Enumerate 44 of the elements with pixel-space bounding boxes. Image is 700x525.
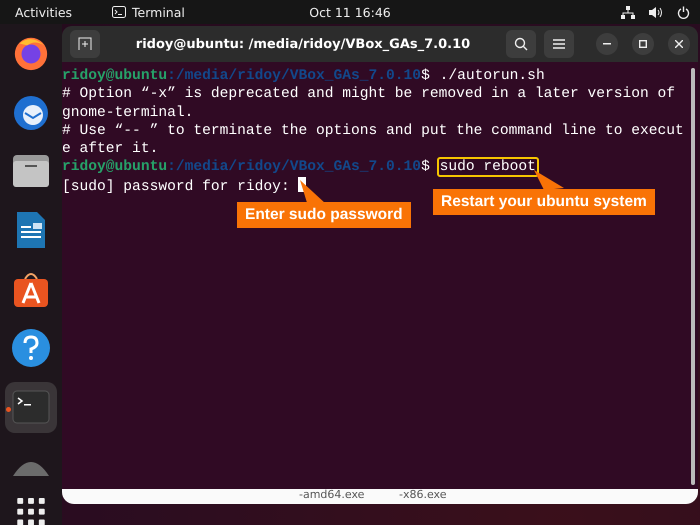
search-icon bbox=[514, 37, 528, 51]
callout-pointer bbox=[534, 170, 564, 190]
close-icon bbox=[675, 40, 683, 48]
minimize-icon bbox=[603, 43, 611, 45]
search-button[interactable] bbox=[506, 30, 536, 58]
running-indicator bbox=[6, 407, 11, 412]
prompt-sign: $ bbox=[421, 68, 430, 84]
new-tab-button[interactable] bbox=[70, 30, 100, 58]
prompt-sign: $ bbox=[421, 159, 430, 176]
prompt-path: :/media/ridoy/VBox_GAs_7.0.10 bbox=[167, 159, 422, 176]
file-name[interactable]: -x86.exe bbox=[399, 488, 446, 501]
command-text: ./autorun.sh bbox=[438, 67, 546, 86]
maximize-icon bbox=[639, 40, 647, 48]
menu-button[interactable] bbox=[544, 30, 574, 58]
output-text: gnome-terminal. bbox=[62, 104, 194, 121]
folder-icon bbox=[11, 153, 51, 190]
highlighted-command: sudo reboot bbox=[436, 157, 539, 178]
speaker-icon[interactable] bbox=[649, 6, 663, 18]
prompt-user: ridoy@ubuntu bbox=[62, 68, 168, 84]
document-icon bbox=[15, 210, 47, 250]
activities-button[interactable]: Activities bbox=[15, 4, 72, 20]
menu-icon bbox=[553, 39, 565, 49]
output-text: # Option “-x” is deprecated and might be removed in a later version of bbox=[62, 86, 676, 102]
window-title: ridoy@ubuntu: /media/ridoy/VBox_GAs_7.0.10 bbox=[134, 36, 472, 52]
network-icon[interactable] bbox=[621, 6, 635, 18]
password-prompt: [sudo] password for ridoy: bbox=[62, 178, 290, 195]
terminal-icon bbox=[12, 390, 50, 424]
prompt-user: ridoy@ubuntu bbox=[62, 159, 168, 176]
output-text: # Use “-- ” to terminate the options and put the command line to execut bbox=[62, 122, 684, 139]
bird-mail-icon bbox=[11, 93, 51, 132]
file-name[interactable]: -amd64.exe bbox=[299, 488, 364, 501]
help-icon bbox=[11, 328, 51, 368]
prompt-path: :/media/ridoy/VBox_GAs_7.0.10 bbox=[167, 68, 422, 84]
scrollbar[interactable] bbox=[691, 68, 695, 485]
clock[interactable]: Oct 11 16:46 bbox=[309, 4, 391, 20]
terminal-icon bbox=[112, 6, 126, 18]
power-icon[interactable] bbox=[677, 6, 690, 18]
minimize-button[interactable] bbox=[596, 33, 618, 55]
close-button[interactable] bbox=[668, 33, 690, 55]
new-tab-icon bbox=[78, 37, 92, 51]
output-text: e after it. bbox=[62, 141, 158, 158]
maximize-button[interactable] bbox=[632, 33, 654, 55]
app-menu[interactable]: Terminal bbox=[132, 4, 185, 20]
app-grid-icon[interactable] bbox=[17, 498, 45, 525]
